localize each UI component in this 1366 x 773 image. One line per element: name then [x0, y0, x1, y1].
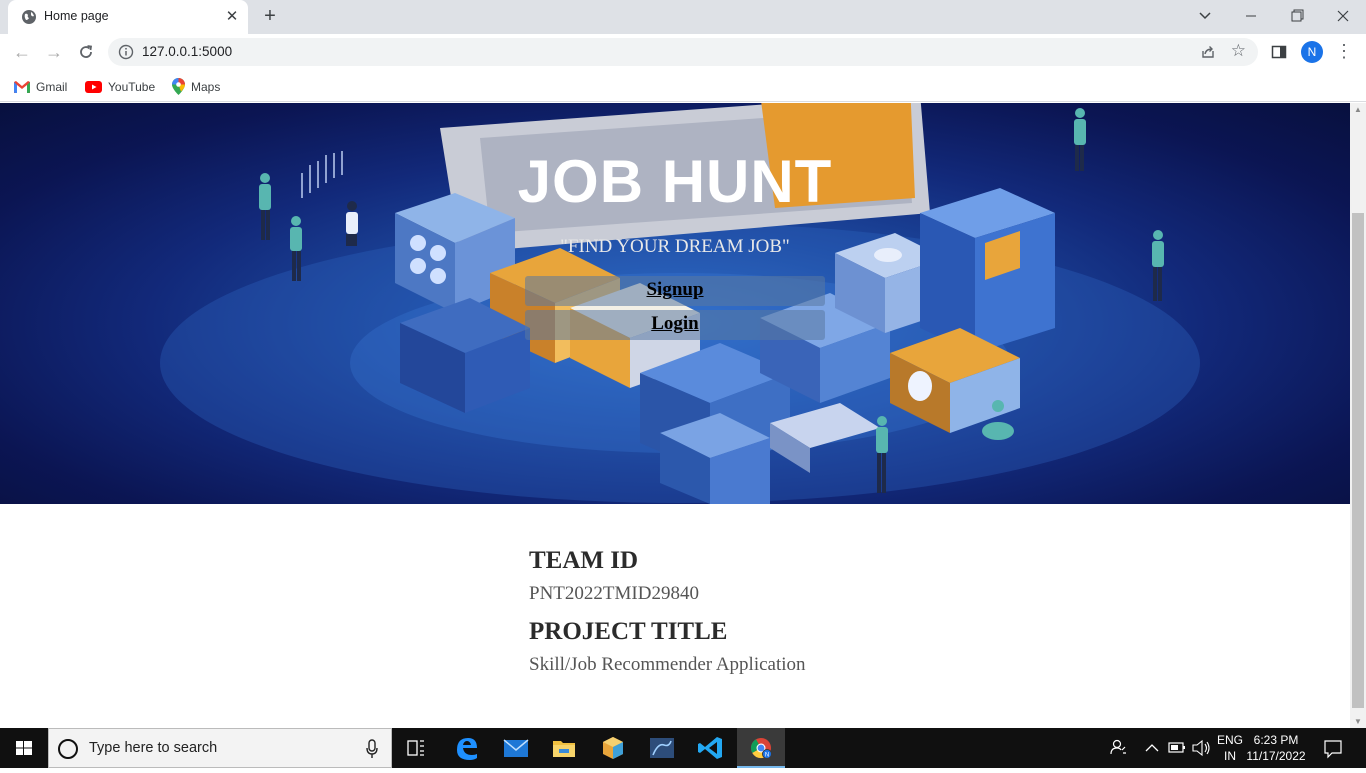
tab-title: Home page [44, 9, 109, 23]
bookmarks-bar: Gmail YouTube Maps [0, 70, 1366, 102]
battery-icon[interactable] [1166, 728, 1188, 768]
input-language-indicator[interactable]: ENG IN [1214, 732, 1246, 764]
back-arrow-icon[interactable]: ← [10, 40, 34, 64]
bookmark-label: Gmail [36, 79, 68, 94]
chrome-icon[interactable]: N [737, 728, 785, 768]
tab-home-page[interactable]: Home page ✕ [8, 0, 248, 34]
notifications-icon[interactable] [1318, 728, 1348, 768]
project-title-heading: PROJECT TITLE [529, 618, 728, 645]
forward-arrow-icon[interactable]: → [42, 40, 66, 64]
project-info-section: TEAM ID PNT2022TMID29840 PROJECT TITLE S… [529, 543, 1129, 685]
windows-taskbar: Type here to search N ENG IN 6:23 PM 11/… [0, 728, 1366, 768]
login-button[interactable]: Login [525, 310, 825, 340]
search-placeholder: Type here to search [89, 740, 218, 756]
team-id-value: PNT2022TMID29840 [529, 583, 699, 604]
reload-icon[interactable] [74, 40, 98, 64]
site-info-icon[interactable] [118, 44, 134, 60]
youtube-icon [85, 80, 102, 93]
mail-icon[interactable] [492, 728, 540, 768]
minimize-button[interactable] [1238, 4, 1264, 28]
file-explorer-icon[interactable] [540, 728, 588, 768]
cortana-circle-icon [58, 739, 78, 759]
tab-strip: Home page ✕ + [0, 0, 1366, 34]
lang-bottom: IN [1224, 749, 1236, 763]
taskbar-search-box[interactable]: Type here to search [48, 728, 392, 768]
people-icon[interactable] [1106, 728, 1130, 768]
signup-button[interactable]: Signup [525, 276, 825, 306]
gmail-icon [14, 80, 30, 93]
lang-top: ENG [1216, 733, 1243, 747]
vscode-icon[interactable] [687, 728, 735, 768]
more-menu-icon[interactable]: ⋮ [1334, 40, 1354, 64]
tab-search-chevron-icon[interactable] [1192, 4, 1218, 28]
browser-toolbar: ← → 127.0.0.1:5000 ☆ N ⋮ [0, 34, 1366, 70]
new-tab-button[interactable]: + [258, 5, 282, 29]
microphone-icon[interactable] [365, 739, 379, 759]
bookmark-youtube[interactable]: YouTube [85, 76, 155, 96]
edge-icon[interactable] [443, 728, 491, 768]
globe-icon [22, 10, 36, 24]
scroll-down-arrow-icon[interactable]: ▼ [1354, 717, 1362, 726]
url-text: 127.0.0.1:5000 [142, 44, 233, 59]
bookmark-star-icon[interactable]: ☆ [1231, 41, 1246, 61]
side-panel-icon[interactable] [1271, 44, 1287, 60]
maps-pin-icon [172, 78, 185, 96]
close-window-button[interactable] [1330, 4, 1356, 28]
page-viewport: JOB HUNT "FIND YOUR DREAM JOB" Signup Lo… [0, 103, 1350, 728]
bookmark-gmail[interactable]: Gmail [14, 76, 67, 96]
bookmark-maps[interactable]: Maps [172, 76, 220, 96]
project-title-value: Skill/Job Recommender Application [529, 654, 806, 675]
scroll-up-arrow-icon[interactable]: ▲ [1354, 105, 1362, 114]
address-bar[interactable]: 127.0.0.1:5000 ☆ [108, 38, 1258, 66]
scrollbar-thumb[interactable] [1352, 213, 1364, 708]
show-hidden-icons-chevron-icon[interactable] [1142, 728, 1162, 768]
hero-tagline: "FIND YOUR DREAM JOB" [560, 236, 790, 257]
profile-avatar[interactable]: N [1301, 41, 1323, 63]
clock-date: 11/17/2022 [1246, 749, 1306, 763]
hero-banner: JOB HUNT "FIND YOUR DREAM JOB" Signup Lo… [0, 103, 1350, 504]
ide-app-icon[interactable] [589, 728, 637, 768]
svg-text:N: N [765, 753, 769, 759]
tab-close-icon[interactable]: ✕ [222, 7, 242, 27]
windows-logo-icon [16, 741, 32, 755]
team-id-heading: TEAM ID [529, 547, 639, 574]
hero-title: JOB HUNT [517, 148, 833, 215]
sql-workbench-icon[interactable] [638, 728, 686, 768]
clock-time: 6:23 PM [1253, 733, 1299, 747]
share-icon[interactable] [1200, 44, 1216, 60]
volume-icon[interactable] [1190, 728, 1212, 768]
bookmark-label: Maps [191, 79, 221, 94]
start-button[interactable] [0, 728, 48, 768]
page-scrollbar[interactable]: ▲ ▼ [1350, 103, 1366, 728]
restore-button[interactable] [1284, 4, 1310, 28]
task-view-icon[interactable] [392, 728, 440, 768]
taskbar-clock[interactable]: 6:23 PM 11/17/2022 [1244, 732, 1308, 764]
bookmark-label: YouTube [108, 79, 156, 94]
